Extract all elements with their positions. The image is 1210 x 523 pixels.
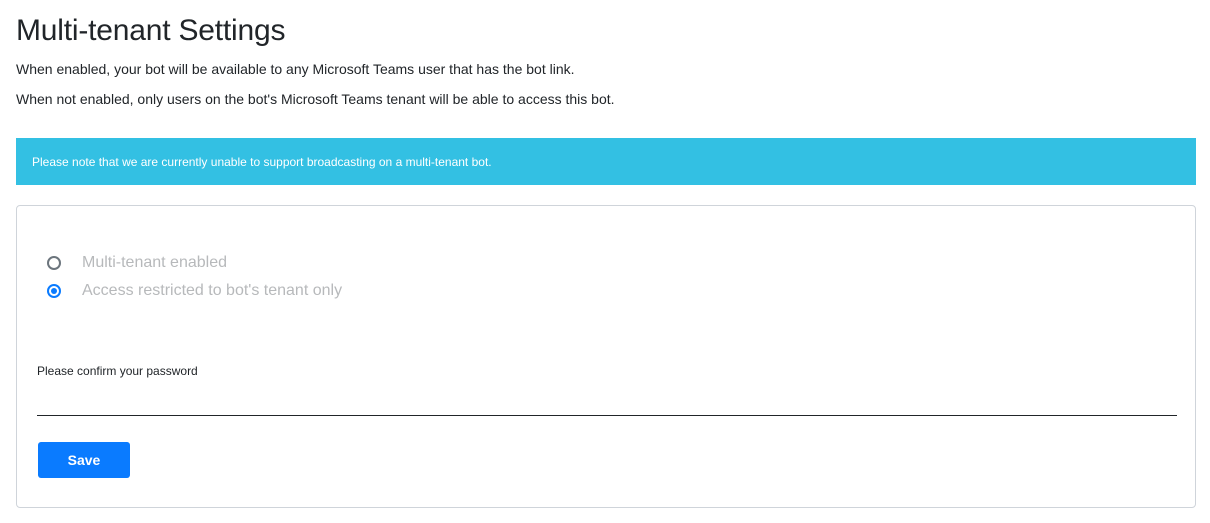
option-label-tenant-restricted: Access restricted to bot's tenant only [82,282,343,299]
radio-tenant-restricted[interactable] [47,284,61,298]
option-multi-tenant-enabled[interactable]: Multi-tenant enabled [47,254,227,272]
password-input[interactable] [37,382,1177,416]
multi-tenant-settings-page: Multi-tenant Settings When enabled, your… [0,0,1210,523]
description-enabled: When enabled, your bot will be available… [16,61,575,77]
page-title: Multi-tenant Settings [16,14,286,47]
save-button[interactable]: Save [38,442,130,478]
option-tenant-restricted[interactable]: Access restricted to bot's tenant only [47,282,342,300]
password-label: Please confirm your password [37,364,198,378]
settings-card: Multi-tenant enabled Access restricted t… [16,205,1196,508]
alert-text: Please note that we are currently unable… [32,154,492,169]
info-alert: Please note that we are currently unable… [16,138,1196,185]
description-disabled: When not enabled, only users on the bot'… [16,91,615,107]
radio-multi-tenant-enabled[interactable] [47,256,61,270]
option-label-multi-tenant-enabled: Multi-tenant enabled [82,254,227,271]
